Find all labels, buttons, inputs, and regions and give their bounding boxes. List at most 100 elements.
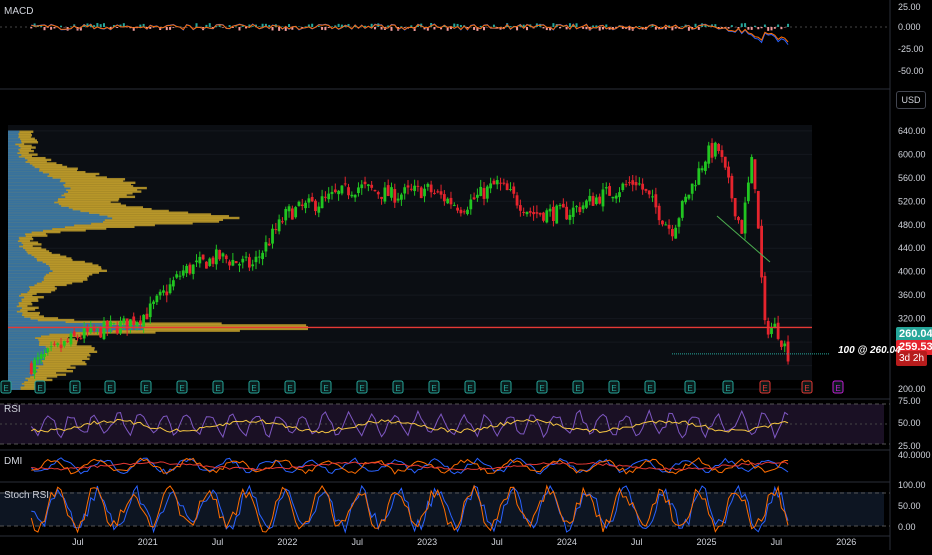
- candle-body: [565, 207, 568, 220]
- macd-histogram-bar: [605, 24, 607, 27]
- macd-histogram-bar: [675, 27, 677, 29]
- candle-body: [582, 205, 585, 209]
- price-tick-label: 600.00: [898, 149, 926, 159]
- macd-histogram-bar: [453, 24, 455, 27]
- macd-histogram-bar: [483, 27, 485, 30]
- candle-body: [674, 228, 677, 239]
- candle-body: [387, 185, 390, 196]
- earnings-letter: E: [647, 384, 652, 393]
- earnings-marker[interactable]: E: [685, 381, 695, 393]
- candle-body: [687, 195, 690, 199]
- earnings-marker[interactable]: E: [141, 381, 151, 393]
- earnings-marker[interactable]: E: [429, 381, 439, 393]
- chart-stage[interactable]: EEEEEEEEEEEEEEEEEEEEEEEE 25.000.000-25.0…: [0, 0, 932, 550]
- earnings-letter: E: [687, 384, 692, 393]
- candle-body: [357, 187, 360, 193]
- candle-body: [417, 186, 420, 187]
- earnings-marker[interactable]: E: [35, 381, 45, 393]
- candle-body: [654, 194, 657, 207]
- candle-body: [86, 328, 89, 332]
- earnings-markers[interactable]: EEEEEEEEEEEEEEEEEEEEEEEE: [1, 381, 843, 393]
- stoch-tick-label: 0.00: [898, 522, 916, 532]
- earnings-marker[interactable]: E: [465, 381, 475, 393]
- earnings-marker[interactable]: E: [1, 381, 11, 393]
- candle-body: [106, 321, 109, 330]
- earnings-marker[interactable]: E: [393, 381, 403, 393]
- candle-body: [377, 192, 380, 194]
- earnings-marker[interactable]: E: [213, 381, 223, 393]
- earnings-marker[interactable]: E: [70, 381, 80, 393]
- macd-histogram-bar: [116, 27, 118, 28]
- currency-button[interactable]: USD: [896, 91, 926, 109]
- chart-svg[interactable]: EEEEEEEEEEEEEEEEEEEEEEEE 25.000.000-25.0…: [0, 0, 932, 550]
- earnings-letter: E: [287, 384, 292, 393]
- candle-body: [327, 194, 330, 200]
- candle-body: [103, 322, 106, 340]
- candle-body: [278, 219, 281, 231]
- earnings-marker[interactable]: E: [537, 381, 547, 393]
- earnings-marker[interactable]: E: [609, 381, 619, 393]
- candle-body: [707, 146, 710, 164]
- macd-tick-label: -50.00: [898, 66, 924, 76]
- earnings-marker[interactable]: E: [285, 381, 295, 393]
- candle-body: [764, 276, 767, 320]
- candle-body: [261, 253, 264, 259]
- candle-body: [50, 346, 53, 347]
- earnings-marker[interactable]: E: [357, 381, 367, 393]
- macd-histogram-bar: [787, 24, 789, 27]
- earnings-marker[interactable]: E: [573, 381, 583, 393]
- candle-body: [122, 318, 125, 323]
- candle-body: [631, 180, 634, 185]
- earnings-marker[interactable]: E: [760, 381, 770, 393]
- earnings-marker[interactable]: E: [645, 381, 655, 393]
- macd-histogram-bar: [404, 27, 406, 28]
- candle-body: [420, 187, 423, 198]
- macd-histogram-bar: [566, 27, 568, 29]
- candle-body: [360, 184, 363, 188]
- macd-histogram-bar: [777, 25, 779, 27]
- macd-histogram-bar: [599, 27, 601, 31]
- candle-body: [502, 183, 505, 184]
- earnings-marker[interactable]: E: [833, 381, 843, 393]
- stoch-rsi-title[interactable]: Stoch RSI: [4, 490, 49, 501]
- candle-body: [337, 191, 340, 194]
- time-axis: Jul2021Jul2022Jul2023Jul2024Jul2025Jul20…: [72, 537, 856, 547]
- candle-body: [235, 261, 238, 263]
- macd-histogram-bar: [169, 27, 171, 30]
- macd-histogram-bar: [235, 26, 237, 27]
- candle-body: [783, 344, 786, 347]
- earnings-marker[interactable]: E: [105, 381, 115, 393]
- time-tick-label: 2022: [277, 537, 297, 547]
- rsi-title[interactable]: RSI: [4, 404, 21, 415]
- order-label[interactable]: 100 @ 260.04: [838, 345, 901, 356]
- earnings-letter: E: [179, 384, 184, 393]
- earnings-marker[interactable]: E: [501, 381, 511, 393]
- earnings-marker[interactable]: E: [321, 381, 331, 393]
- candle-body: [595, 197, 598, 204]
- macd-tick-label: 25.00: [898, 2, 921, 12]
- earnings-marker[interactable]: E: [177, 381, 187, 393]
- candle-body: [40, 354, 43, 359]
- candle-body: [255, 257, 258, 262]
- macd-histogram-bar: [410, 25, 412, 27]
- macd-histogram-bar: [139, 25, 141, 27]
- earnings-marker[interactable]: E: [723, 381, 733, 393]
- candle-body: [506, 183, 509, 190]
- earnings-marker[interactable]: E: [249, 381, 259, 393]
- macd-title[interactable]: MACD: [4, 6, 33, 17]
- earnings-marker[interactable]: E: [802, 381, 812, 393]
- macd-histogram-bar: [311, 24, 313, 27]
- candle-body: [532, 212, 535, 214]
- candle-body: [522, 212, 525, 213]
- earnings-letter: E: [467, 384, 472, 393]
- macd-histogram-bar: [374, 27, 376, 29]
- earnings-letter: E: [251, 384, 256, 393]
- candle-body: [559, 205, 562, 206]
- earnings-letter: E: [503, 384, 508, 393]
- macd-histogram-bar: [754, 26, 756, 27]
- dmi-title[interactable]: DMI: [4, 456, 22, 467]
- earnings-letter: E: [3, 384, 8, 393]
- earnings-letter: E: [359, 384, 364, 393]
- candle-body: [383, 188, 386, 202]
- macd-histogram-bar: [671, 27, 673, 30]
